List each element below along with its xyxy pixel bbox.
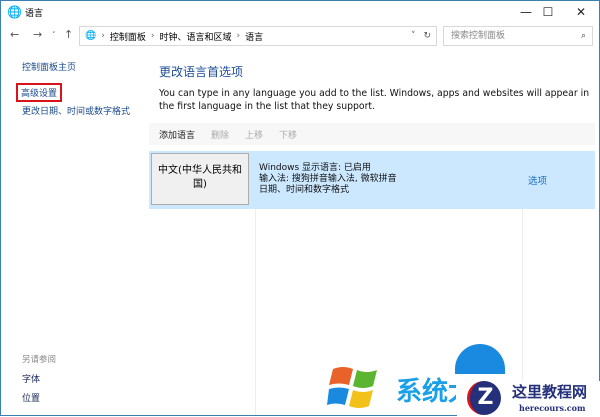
move-up-button[interactable]: 上移 <box>245 128 263 141</box>
site-watermark: Z 这里教程网 herecours.com <box>457 381 600 417</box>
window-title: 语言 <box>25 8 44 19</box>
date-time-format: 日期、时间和数字格式 <box>259 185 350 195</box>
search-input[interactable]: 搜索控制面板 ⌕ <box>443 26 593 46</box>
logo-text-watermark: 系统大全 <box>396 377 456 407</box>
breadcrumb-control-panel[interactable]: 控制面板 <box>110 30 146 43</box>
page-description: You can type in any language you add to … <box>159 88 590 112</box>
input-methods: 输入法: 搜狗拼音输入法, 微软拼音 <box>259 174 397 184</box>
sidebar-item-change-date-format[interactable]: 更改日期、时间或数字格式 <box>22 104 130 117</box>
refresh-icon[interactable]: ↻ <box>423 31 431 41</box>
forward-button[interactable]: → <box>33 28 42 41</box>
sidebar-item-control-panel-home[interactable]: 控制面板主页 <box>22 60 76 73</box>
title-bar: 🌐 语言 — ☐ ✕ <box>1 1 599 23</box>
windows-logo-watermark <box>327 363 387 413</box>
chevron-right-icon: › <box>236 31 241 41</box>
sidebar-item-advanced-settings[interactable]: 高级设置 <box>16 83 63 102</box>
chevron-right-icon: › <box>101 31 105 41</box>
address-bar[interactable]: 🌐 › 控制面板 › 时钟、语言和区域 › 语言 ˅ ↻ <box>79 26 437 46</box>
globe-watermark <box>455 344 505 374</box>
up-button[interactable]: ↑ <box>64 28 73 41</box>
display-language-status: Windows 显示语言: 已启用 <box>259 163 371 173</box>
breadcrumb-language[interactable]: 语言 <box>245 30 263 43</box>
search-icon[interactable]: ⌕ <box>581 27 586 45</box>
see-also-fonts[interactable]: 字体 <box>22 372 40 385</box>
maximize-button[interactable]: ☐ <box>531 1 565 23</box>
options-link[interactable]: 选项 <box>528 173 547 187</box>
language-details: Windows 显示语言: 已启用 输入法: 搜狗拼音输入法, 微软拼音 日期、… <box>259 163 397 196</box>
search-placeholder: 搜索控制面板 <box>451 31 506 41</box>
language-globe-icon: 🌐 <box>7 5 22 19</box>
globe-icon: 🌐 <box>85 31 97 41</box>
see-also-title: 另请参阅 <box>22 355 57 365</box>
remove-button[interactable]: 删除 <box>211 128 229 141</box>
address-row: ← → ˅ ↑ 🌐 › 控制面板 › 时钟、语言和区域 › 语言 ˅ ↻ 搜索控… <box>1 26 599 46</box>
site-name: 这里教程网 <box>512 383 588 401</box>
language-list-item[interactable]: 中文(中华人民共和国) Windows 显示语言: 已启用 输入法: 搜狗拼音输… <box>149 151 595 209</box>
control-panel-window: 🌐 语言 — ☐ ✕ ← → ˅ ↑ 🌐 › 控制面板 › 时钟、语言和区域 ›… <box>0 0 600 417</box>
recent-dropdown-icon[interactable]: ˅ <box>52 31 56 39</box>
site-logo-icon: Z <box>467 381 501 415</box>
close-button[interactable]: ✕ <box>564 1 598 23</box>
see-also-location[interactable]: 位置 <box>22 391 40 404</box>
chevron-down-icon[interactable]: ˅ <box>411 31 416 41</box>
breadcrumb-clock-language-region[interactable]: 时钟、语言和区域 <box>159 30 231 43</box>
back-button[interactable]: ← <box>10 28 19 41</box>
chevron-right-icon: › <box>150 31 155 41</box>
move-down-button[interactable]: 下移 <box>279 128 297 141</box>
page-title: 更改语言首选项 <box>159 65 244 79</box>
language-name-button[interactable]: 中文(中华人民共和国) <box>151 153 249 205</box>
language-toolbar: 添加语言 删除 上移 下移 <box>149 123 595 145</box>
site-url: herecours.com <box>519 403 586 413</box>
add-language-button[interactable]: 添加语言 <box>159 128 195 141</box>
